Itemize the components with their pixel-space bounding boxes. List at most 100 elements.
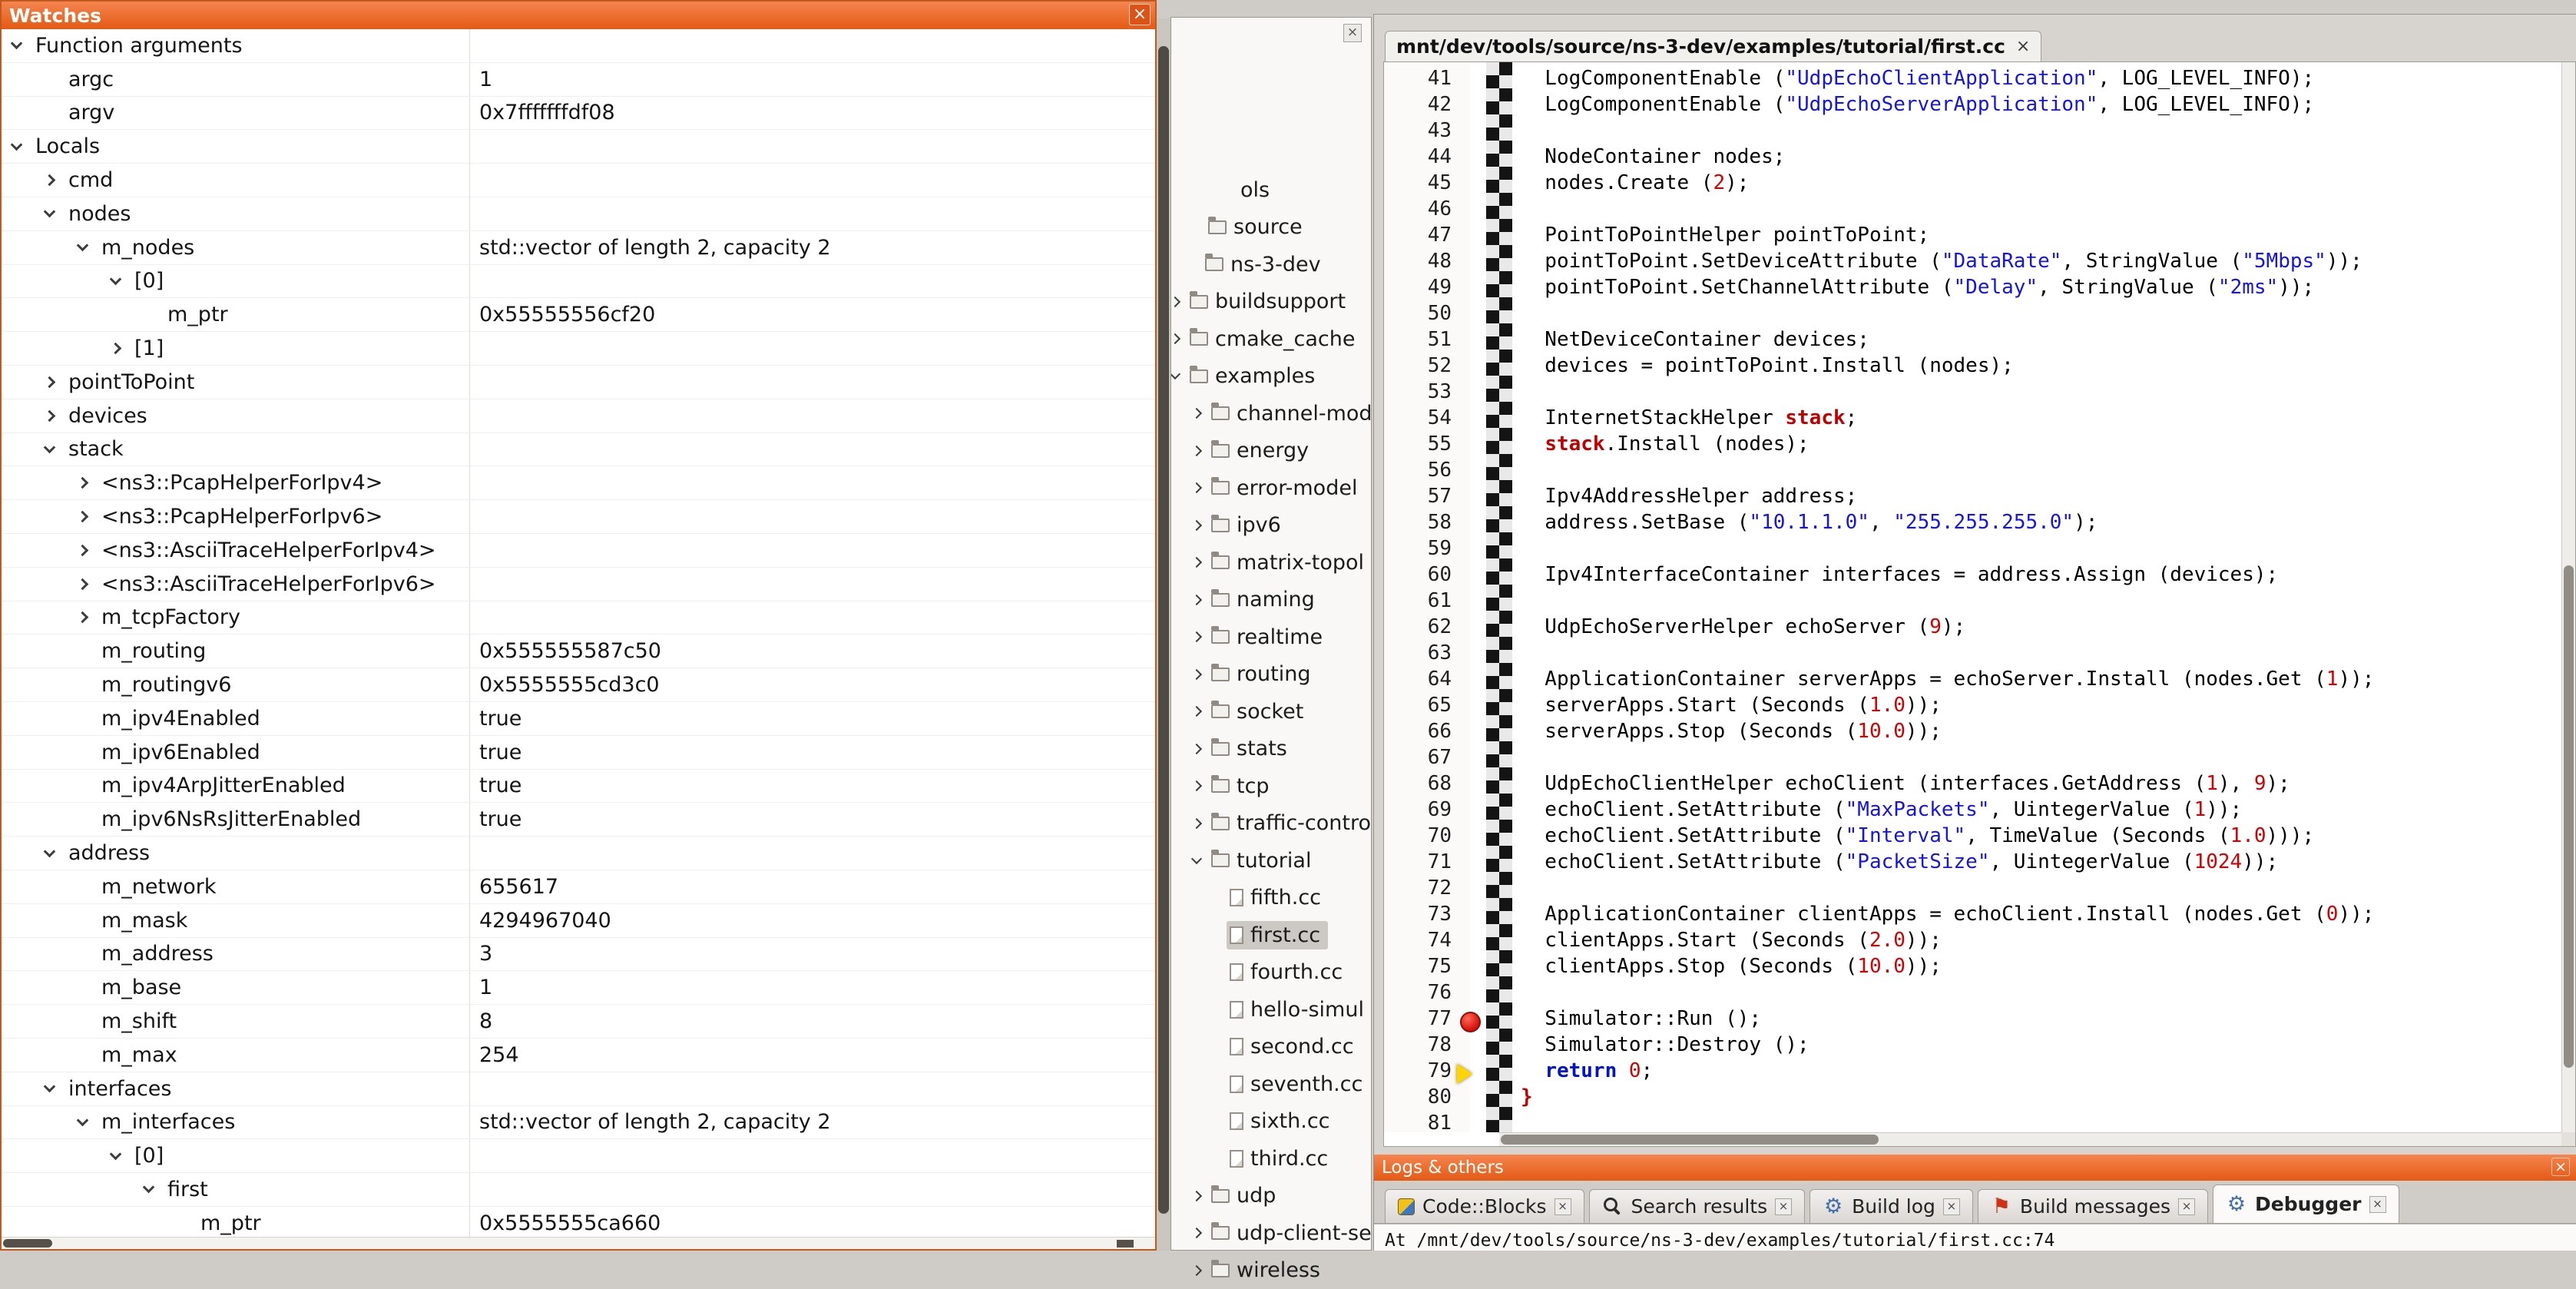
tree-item[interactable]: buildsupport: [1171, 283, 1371, 321]
code-line[interactable]: [1521, 875, 2561, 901]
tree-item[interactable]: source: [1171, 209, 1371, 247]
chevron-down-icon[interactable]: [77, 240, 89, 252]
code-line[interactable]: PointToPointHelper pointToPoint;: [1521, 222, 2561, 248]
close-icon[interactable]: ×: [2178, 1198, 2195, 1215]
chevron-down-icon[interactable]: [11, 38, 23, 50]
watch-row[interactable]: m_base1: [2, 971, 1155, 1005]
code-line[interactable]: echoClient.SetAttribute ("MaxPackets", U…: [1521, 797, 2561, 823]
tree-item[interactable]: third.cc: [1171, 1140, 1371, 1178]
chevron-right-icon[interactable]: [1191, 818, 1202, 829]
tree-item[interactable]: udp-client-ser: [1171, 1214, 1371, 1252]
watch-row[interactable]: m_shift8: [2, 1005, 1155, 1039]
code-editor[interactable]: 4142434445464748495051525354555657585960…: [1383, 61, 2576, 1147]
watch-row[interactable]: [0]: [2, 1139, 1155, 1173]
watch-row[interactable]: m_mask4294967040: [2, 904, 1155, 938]
logs-close-button[interactable]: ×: [2551, 1158, 2570, 1176]
code-line[interactable]: address.SetBase ("10.1.1.0", "255.255.25…: [1521, 509, 2561, 535]
watch-row[interactable]: m_address3: [2, 938, 1155, 972]
projects-tree[interactable]: olssourcens-3-devbuildsupportcmake_cache…: [1171, 171, 1371, 1289]
tab-build-messages[interactable]: Build messages×: [1978, 1189, 2208, 1223]
code-line[interactable]: serverApps.Start (Seconds (1.0));: [1521, 692, 2561, 718]
chevron-down-icon[interactable]: [44, 206, 56, 218]
watch-row[interactable]: m_ipv6Enabledtrue: [2, 736, 1155, 770]
chevron-down-icon[interactable]: [1171, 369, 1180, 379]
watches-titlebar[interactable]: Watches ×: [2, 2, 1155, 29]
code-line[interactable]: echoClient.SetAttribute ("PacketSize", U…: [1521, 849, 2561, 875]
chevron-down-icon[interactable]: [143, 1181, 155, 1194]
code-line[interactable]: stack.Install (nodes);: [1521, 431, 2561, 457]
watches-tree[interactable]: Function argumentsargc1argv0x7fffffffdf0…: [2, 29, 1155, 1237]
code-line[interactable]: return 0;: [1521, 1058, 2561, 1084]
tree-item[interactable]: realtime: [1171, 618, 1371, 656]
watch-row[interactable]: m_routing0x555555587c50: [2, 635, 1155, 668]
code-line[interactable]: [1521, 1110, 2561, 1132]
chevron-right-icon[interactable]: [1191, 1228, 1202, 1238]
watch-row[interactable]: m_ptr0x5555555ca660: [2, 1207, 1155, 1237]
tree-item[interactable]: fourth.cc: [1171, 954, 1371, 992]
code-line[interactable]: nodes.Create (2);: [1521, 170, 2561, 196]
tree-item[interactable]: udp: [1171, 1178, 1371, 1215]
chevron-down-icon[interactable]: [44, 845, 56, 857]
code-line[interactable]: clientApps.Stop (Seconds (10.0));: [1521, 953, 2561, 979]
tree-item[interactable]: hello-simul: [1171, 991, 1371, 1029]
scrollbar-thumb[interactable]: [1117, 1240, 1134, 1248]
watch-row[interactable]: Function arguments: [2, 29, 1155, 63]
code-line[interactable]: Ipv4InterfaceContainer interfaces = addr…: [1521, 562, 2561, 588]
code-line[interactable]: [1521, 535, 2561, 562]
code-line[interactable]: clientApps.Start (Seconds (2.0));: [1521, 927, 2561, 953]
chevron-down-icon[interactable]: [44, 442, 56, 454]
watch-row[interactable]: stack: [2, 433, 1155, 467]
watch-row[interactable]: pointToPoint: [2, 366, 1155, 399]
watch-row[interactable]: address: [2, 837, 1155, 870]
code-line[interactable]: Ipv4AddressHelper address;: [1521, 483, 2561, 509]
watch-row[interactable]: m_network655617: [2, 870, 1155, 904]
scrollbar-thumb[interactable]: [2564, 565, 2574, 1069]
chevron-down-icon[interactable]: [110, 273, 122, 286]
chevron-right-icon[interactable]: [1191, 780, 1202, 791]
tab-codeblocks[interactable]: Code::Blocks×: [1385, 1189, 1584, 1223]
chevron-right-icon[interactable]: [44, 409, 56, 422]
chevron-down-icon[interactable]: [44, 1081, 56, 1093]
chevron-right-icon[interactable]: [77, 545, 89, 557]
tree-item[interactable]: ipv6: [1171, 507, 1371, 545]
chevron-right-icon[interactable]: [1171, 297, 1180, 307]
code-line[interactable]: ApplicationContainer clientApps = echoCl…: [1521, 901, 2561, 927]
chevron-right-icon[interactable]: [77, 511, 89, 523]
chevron-down-icon[interactable]: [1191, 853, 1202, 864]
code-line[interactable]: [1521, 640, 2561, 666]
panel-vertical-scrollbar[interactable]: [1157, 18, 1170, 1251]
code-line[interactable]: [1521, 379, 2561, 405]
watch-row[interactable]: Locals: [2, 130, 1155, 164]
code-line[interactable]: Simulator::Run ();: [1521, 1006, 2561, 1032]
chevron-right-icon[interactable]: [110, 343, 122, 355]
watch-row[interactable]: <ns3::PcapHelperForIpv6>: [2, 500, 1155, 534]
watch-row[interactable]: first: [2, 1173, 1155, 1207]
watch-row[interactable]: <ns3::AsciiTraceHelperForIpv6>: [2, 568, 1155, 601]
editor-tab[interactable]: mnt/dev/tools/source/ns-3-dev/examples/t…: [1385, 31, 2041, 61]
close-icon[interactable]: ×: [1943, 1198, 1960, 1215]
watch-row[interactable]: m_ipv6NsRsJitterEnabledtrue: [2, 803, 1155, 837]
chevron-down-icon[interactable]: [110, 1148, 122, 1160]
tree-item[interactable]: first.cc: [1171, 916, 1371, 954]
code-line[interactable]: UdpEchoClientHelper echoClient (interfac…: [1521, 770, 2561, 797]
watch-row[interactable]: [0]: [2, 265, 1155, 299]
scrollbar-thumb[interactable]: [1158, 46, 1169, 1214]
chevron-down-icon[interactable]: [11, 139, 23, 151]
chevron-right-icon[interactable]: [77, 477, 89, 489]
watch-row[interactable]: m_ipv4Enabledtrue: [2, 702, 1155, 736]
chevron-right-icon[interactable]: [1191, 631, 1202, 642]
tree-item[interactable]: naming: [1171, 582, 1371, 619]
code-line[interactable]: [1521, 300, 2561, 326]
chevron-right-icon[interactable]: [1191, 408, 1202, 419]
tree-item[interactable]: tcp: [1171, 767, 1371, 805]
chevron-right-icon[interactable]: [1191, 520, 1202, 531]
chevron-right-icon[interactable]: [1171, 333, 1180, 344]
breakpoint-icon[interactable]: [1460, 1012, 1481, 1032]
scrollbar-thumb[interactable]: [1501, 1135, 1879, 1145]
code-line[interactable]: InternetStackHelper stack;: [1521, 405, 2561, 431]
tree-item[interactable]: wireless: [1171, 1252, 1371, 1289]
editor-vertical-scrollbar[interactable]: [2561, 62, 2575, 1132]
watch-row[interactable]: interfaces: [2, 1072, 1155, 1106]
watch-row[interactable]: m_routingv60x5555555cd3c0: [2, 668, 1155, 702]
tab-debugger[interactable]: Debugger×: [2213, 1185, 2399, 1223]
